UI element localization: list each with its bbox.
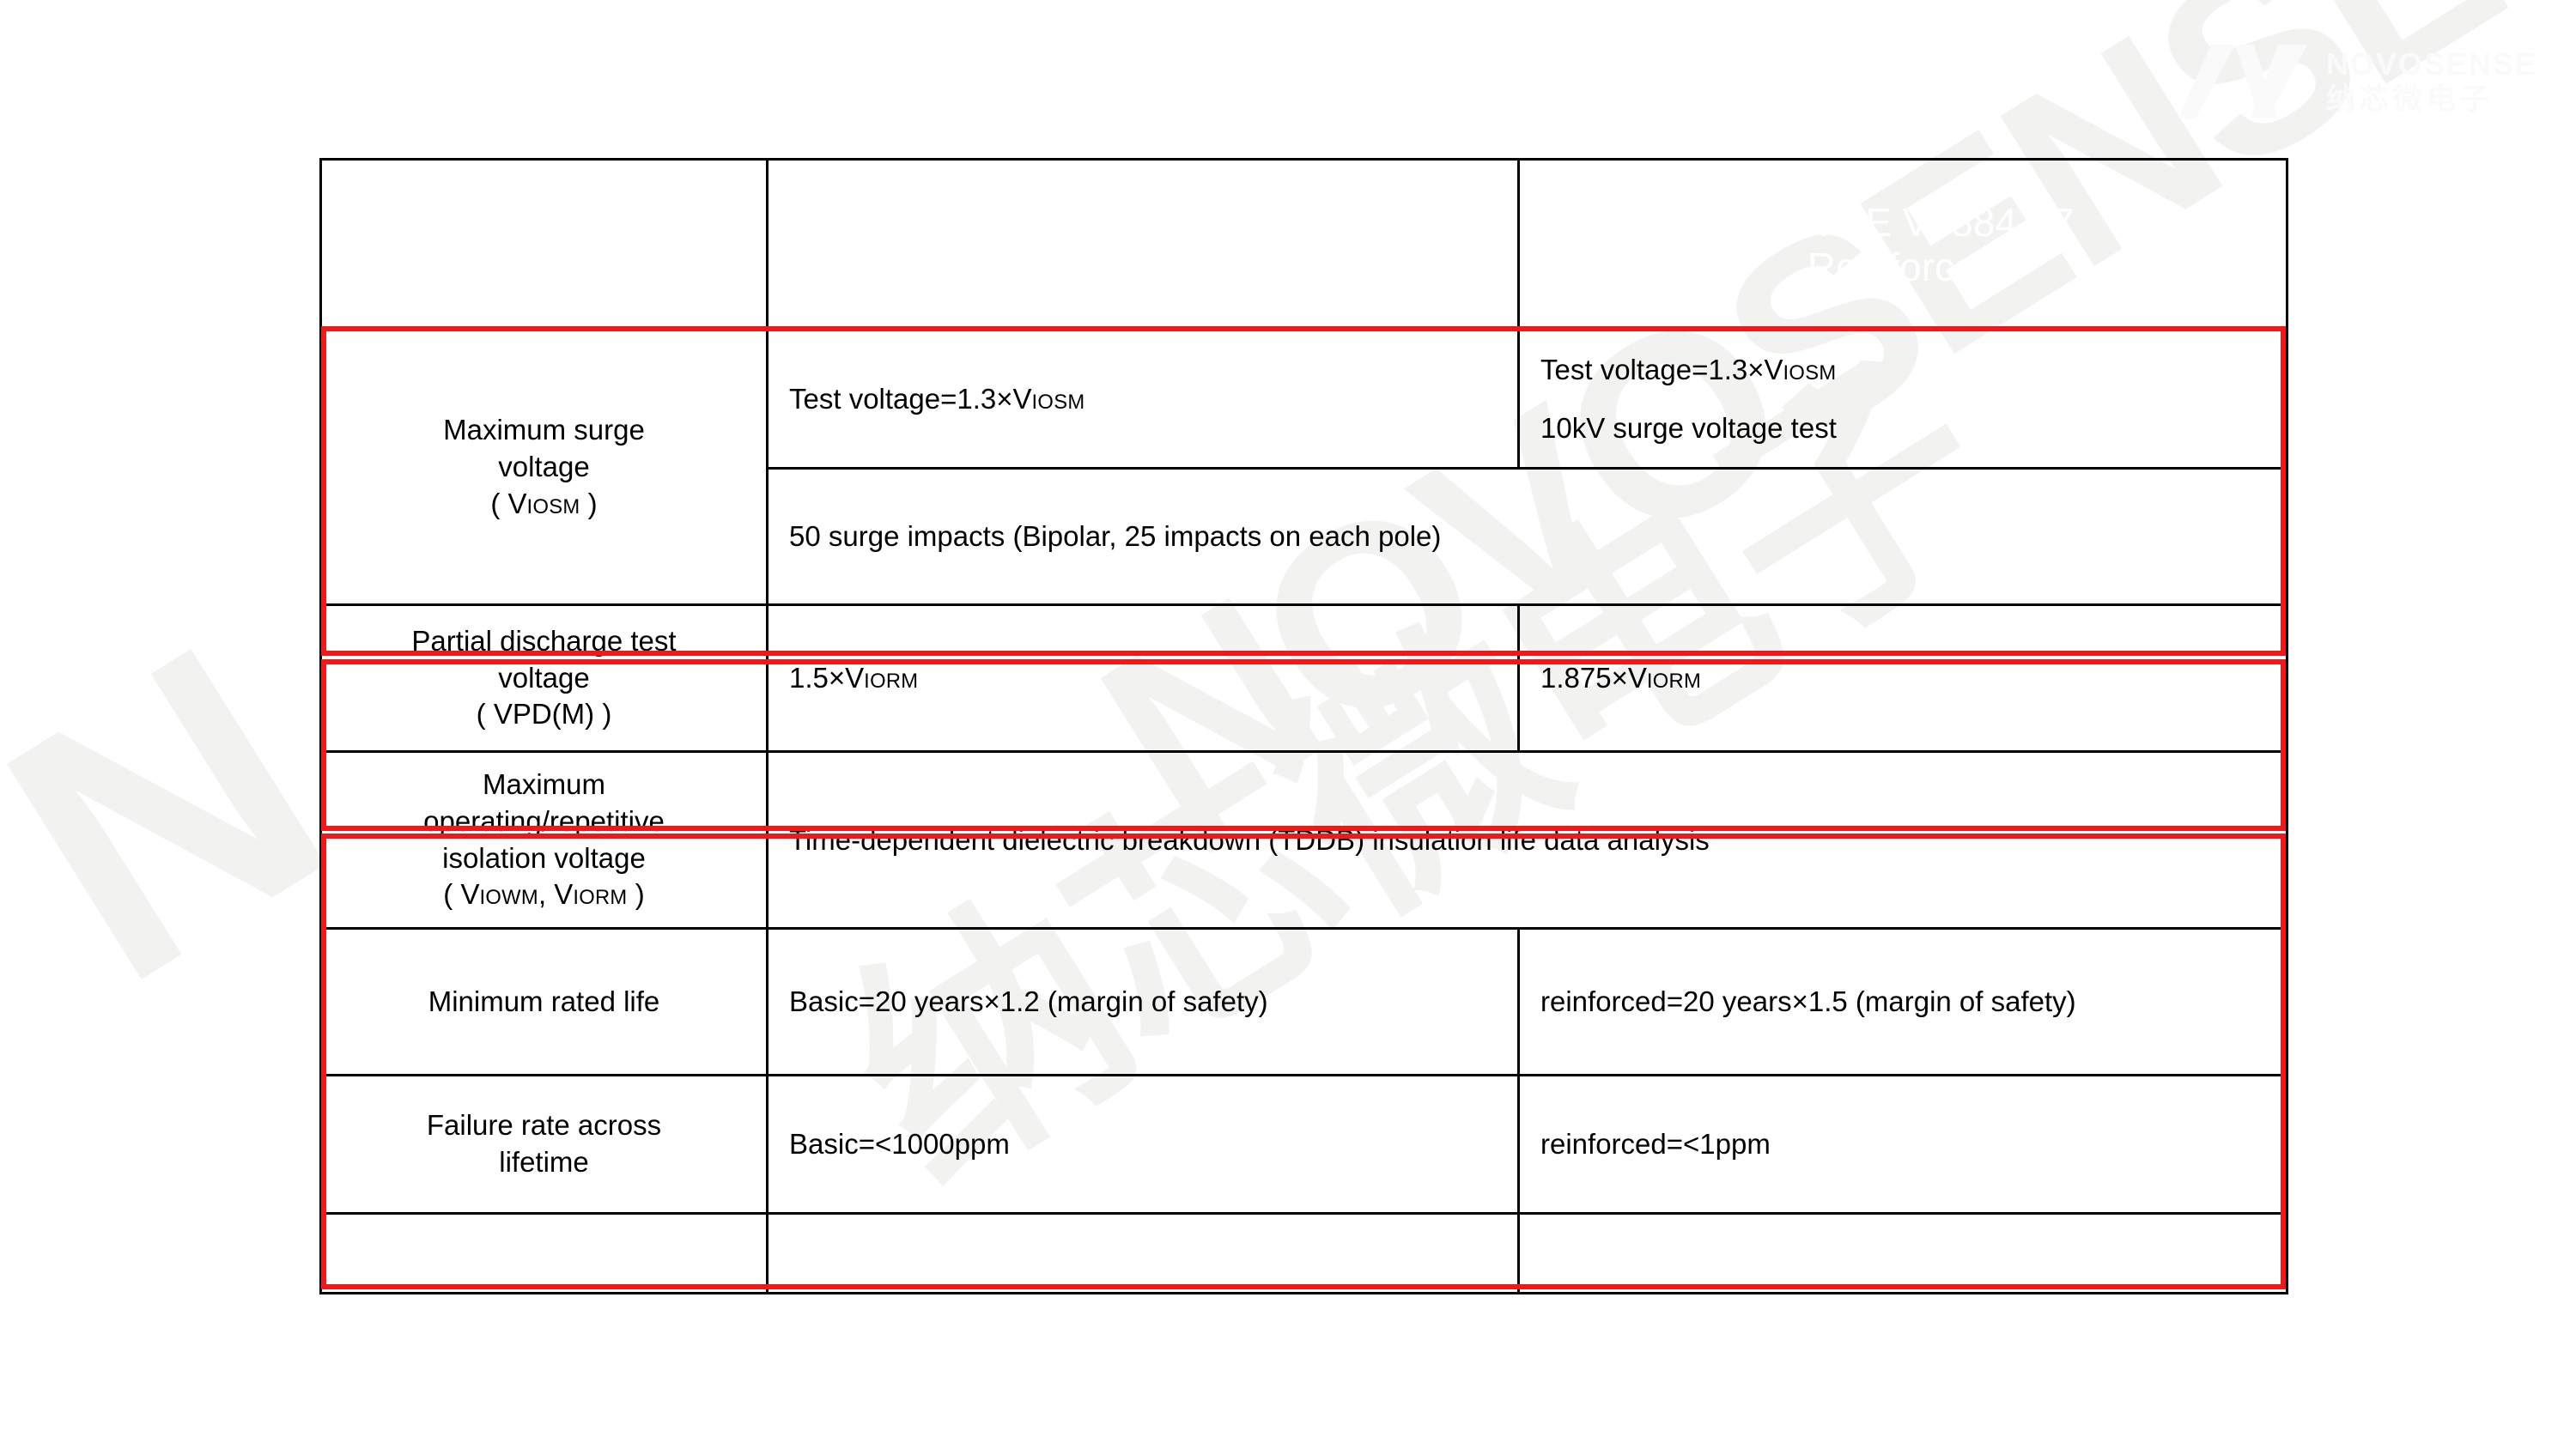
- cell-basic-blank: [766, 1212, 1520, 1294]
- cell-param-max-surge-voltage: Maximum surge voltage ( VIOSM ): [319, 329, 769, 606]
- reinforced-surge-test: 10kV surge voltage test: [1540, 412, 1837, 444]
- cell-param-blank: [319, 1212, 769, 1294]
- cell-param-failure-rate: Failure rate across lifetime: [319, 1074, 769, 1215]
- table-header-row: Parameter DIN VDE V0884-17 Basic DIN VDE…: [319, 158, 2288, 331]
- basic-pd-value: 1.5×V: [789, 662, 865, 694]
- cell-reinforced-partial-discharge: 1.875×VIORM: [1517, 603, 2288, 753]
- param-line-3-post: ): [580, 487, 598, 519]
- param-line-3: ( VIOSM ): [336, 486, 752, 523]
- brand-name-en: NOVOSENSE: [2325, 46, 2537, 82]
- column-header-basic: DIN VDE V0884-17 Basic: [766, 158, 1520, 331]
- param-line-1: Maximum surge: [443, 414, 645, 446]
- param-line-1: Failure rate across: [426, 1109, 662, 1142]
- column-header-reinforced: DIN VDE V0884-17 Reinforced: [1517, 158, 2288, 331]
- cell-reinforced-max-surge-voltage: Test voltage=1.3×VIOSM 10kV surge voltag…: [1517, 329, 2288, 470]
- param-line-1: Maximum: [482, 767, 605, 800]
- cell-reinforced-failure-rate: reinforced=<1ppm: [1517, 1074, 2288, 1215]
- cell-basic-max-surge-voltage: Test voltage=1.3×VIOSM: [766, 329, 1520, 470]
- param-line-4-pre: ( V: [443, 878, 480, 911]
- cell-basic-failure-rate: Basic=<1000ppm: [766, 1074, 1520, 1215]
- specification-table-wrapper: Parameter DIN VDE V0884-17 Basic DIN VDE…: [319, 158, 2288, 1294]
- param-line-1: Partial discharge test: [411, 624, 677, 657]
- reinforced-pd-subscript: IORM: [1646, 670, 1702, 694]
- param-line-2: voltage: [498, 451, 590, 483]
- cell-reinforced-minimum-rated-life: reinforced=20 years×1.5 (margin of safet…: [1517, 927, 2288, 1076]
- param-line-4-post: ): [627, 878, 645, 911]
- param-line-3: ( VPD(M) ): [476, 698, 612, 731]
- reinforced-test-voltage-subscript: IOSM: [1783, 361, 1837, 385]
- table-body: Maximum surge voltage ( VIOSM ) Test vol…: [319, 329, 2288, 1294]
- param-line-4-subscript-2: IORM: [573, 886, 628, 910]
- column-header-reinforced-line1: DIN VDE V0884-17: [1731, 199, 2075, 245]
- param-line-4: ( VIOWM, VIORM ): [336, 876, 752, 913]
- table-row: Maximum operating/repetitive isolation v…: [319, 750, 2288, 930]
- table-row: [319, 1212, 2288, 1294]
- param-line-3: isolation voltage: [442, 841, 646, 874]
- brand-logo: NOVOSENSE 纳芯微电子: [2178, 45, 2537, 118]
- param-line-2: voltage: [498, 661, 590, 694]
- cell-tddb-note: Time-dependent dielectric breakdown (TDD…: [766, 750, 2288, 930]
- table-row: Maximum surge voltage ( VIOSM ) Test vol…: [319, 329, 2288, 606]
- param-line-2: lifetime: [499, 1146, 589, 1178]
- cell-param-minimum-rated-life: Minimum rated life: [319, 927, 769, 1076]
- brand-name-cn: 纳芯微电子: [2325, 83, 2494, 116]
- table-row: Minimum rated life Basic=20 years×1.2 (m…: [319, 927, 2288, 1076]
- param-line-4-subscript-1: IOWM: [479, 886, 538, 910]
- column-header-parameter: Parameter: [319, 158, 769, 331]
- reinforced-test-voltage: Test voltage=1.3×VIOSM: [1540, 349, 2265, 391]
- watermark-logo-mark: N: [0, 577, 376, 1060]
- cell-basic-partial-discharge: 1.5×VIORM: [766, 603, 1520, 753]
- cell-reinforced-blank: [1517, 1212, 2288, 1294]
- cell-surge-impacts-note: 50 surge impacts (Bipolar, 25 impacts on…: [766, 467, 2288, 606]
- basic-test-voltage: Test voltage=1.3×VIOSM: [789, 379, 1497, 420]
- param-line-2: operating/repetitive: [423, 804, 665, 837]
- param-line-3-pre: ( V: [490, 487, 527, 519]
- param-line-4-mid: , V: [538, 878, 574, 911]
- novosense-n-mark-icon: [2178, 45, 2307, 118]
- basic-test-voltage-subscript: IOSM: [1031, 391, 1085, 415]
- basic-test-voltage-text: Test voltage=1.3×V: [789, 383, 1032, 415]
- cell-param-partial-discharge-test-voltage: Partial discharge test voltage ( VPD(M) …: [319, 603, 769, 753]
- reinforced-test-voltage-text: Test voltage=1.3×V: [1540, 354, 1783, 386]
- column-header-reinforced-line2: Reinforced: [1807, 245, 1999, 289]
- specification-table: Parameter DIN VDE V0884-17 Basic DIN VDE…: [319, 158, 2288, 1294]
- param-line-3-subscript: IOSM: [526, 494, 580, 518]
- table-header: Parameter DIN VDE V0884-17 Basic DIN VDE…: [319, 158, 2288, 331]
- brand-wordmark: NOVOSENSE 纳芯微电子: [2325, 46, 2537, 116]
- basic-pd-subscript: IORM: [864, 670, 919, 694]
- cell-param-max-operating-isolation-voltage: Maximum operating/repetitive isolation v…: [319, 750, 769, 930]
- table-row: Partial discharge test voltage ( VPD(M) …: [319, 603, 2288, 753]
- cell-basic-minimum-rated-life: Basic=20 years×1.2 (margin of safety): [766, 927, 1520, 1076]
- table-row: Failure rate across lifetime Basic=<1000…: [319, 1074, 2288, 1215]
- reinforced-pd-value: 1.875×V: [1540, 662, 1647, 694]
